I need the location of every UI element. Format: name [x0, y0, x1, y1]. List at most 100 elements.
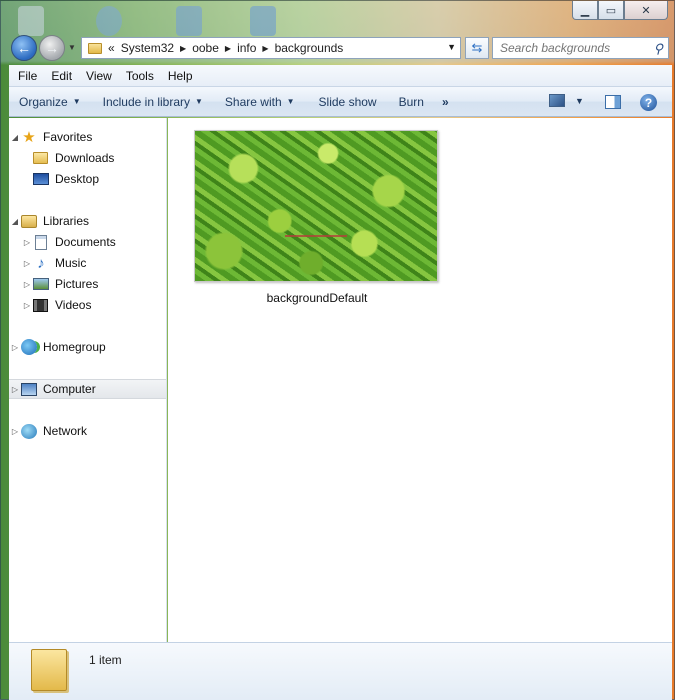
- address-dropdown-button[interactable]: ▼: [447, 42, 456, 52]
- pictures-icon: [33, 278, 49, 290]
- videos-icon: [33, 298, 48, 312]
- change-view-button[interactable]: ▼: [549, 94, 584, 107]
- breadcrumb-backgrounds[interactable]: backgrounds: [275, 41, 344, 55]
- expand-toggle-icon[interactable]: ▷: [21, 238, 33, 247]
- chevron-down-icon: ▼: [195, 97, 203, 106]
- nav-music[interactable]: ▷ ♪ Music: [9, 253, 166, 273]
- forward-button[interactable]: →: [39, 35, 65, 61]
- expand-toggle-icon[interactable]: ◢: [9, 133, 21, 142]
- chevron-right-icon[interactable]: ▶: [180, 44, 186, 53]
- caption-buttons: ▁ ▭ ✕: [572, 1, 668, 20]
- close-button[interactable]: ✕: [624, 1, 668, 20]
- explorer-window: ▁ ▭ ✕ ← → ▼ « System32 ▶ oobe ▶ info ▶ b…: [0, 0, 675, 700]
- expand-toggle-icon[interactable]: ▷: [9, 427, 21, 436]
- libraries-icon: [21, 214, 37, 228]
- nav-documents[interactable]: ▷ Documents: [9, 232, 166, 252]
- menu-file[interactable]: File: [11, 69, 44, 83]
- organize-button[interactable]: Organize ▼: [9, 95, 90, 109]
- refresh-button[interactable]: ⇆: [465, 37, 489, 59]
- nav-homegroup[interactable]: ▷ Homegroup: [9, 337, 166, 357]
- view-icon: [549, 94, 565, 107]
- minimize-button[interactable]: ▁: [572, 1, 598, 20]
- nav-computer[interactable]: ▷ Computer: [9, 379, 166, 399]
- expand-toggle-icon[interactable]: ▷: [9, 385, 21, 394]
- maximize-button[interactable]: ▭: [598, 1, 624, 20]
- folder-icon: [88, 42, 102, 54]
- include-in-library-button[interactable]: Include in library ▼: [94, 95, 212, 109]
- nav-label: Pictures: [55, 277, 99, 291]
- nav-desktop[interactable]: Desktop: [9, 169, 166, 189]
- menu-view[interactable]: View: [79, 69, 119, 83]
- arrow-left-icon: ←: [17, 40, 31, 56]
- preview-pane-button[interactable]: [605, 95, 621, 109]
- search-box[interactable]: ⚲: [492, 37, 669, 59]
- file-list: backgroundDefault: [168, 118, 672, 642]
- nav-libraries[interactable]: ◢ Libraries: [9, 211, 166, 231]
- star-icon: ★: [22, 129, 36, 146]
- refresh-icon: ⇆: [471, 40, 483, 55]
- breadcrumb-system32[interactable]: System32: [121, 41, 174, 55]
- chevron-down-icon: ▼: [575, 95, 584, 106]
- item-count: 1 item: [89, 653, 122, 667]
- expand-toggle-icon[interactable]: ▷: [9, 343, 21, 352]
- expand-toggle-icon[interactable]: ◢: [9, 217, 21, 226]
- address-row: ← → ▼ « System32 ▶ oobe ▶ info ▶ backgro…: [9, 33, 669, 61]
- documents-icon: [35, 234, 47, 250]
- chevron-down-icon: ▼: [286, 97, 295, 106]
- menu-help[interactable]: Help: [161, 69, 200, 83]
- nav-label: Homegroup: [43, 340, 106, 354]
- menu-tools[interactable]: Tools: [119, 69, 161, 83]
- breadcrumb-info[interactable]: info: [237, 41, 256, 55]
- share-with-button[interactable]: Share with ▼: [216, 95, 304, 109]
- back-button[interactable]: ←: [11, 35, 37, 61]
- search-icon[interactable]: ⚲: [653, 41, 663, 57]
- arrow-right-icon: →: [45, 40, 59, 56]
- chevron-down-icon: ▼: [72, 97, 81, 106]
- recent-pages-dropdown[interactable]: ▼: [68, 43, 76, 52]
- image-thumbnail[interactable]: [194, 130, 438, 282]
- nav-pictures[interactable]: ▷ Pictures: [9, 274, 166, 294]
- expand-toggle-icon[interactable]: ▷: [21, 259, 33, 268]
- music-icon: ♪: [37, 254, 45, 272]
- slide-show-button[interactable]: Slide show: [310, 95, 386, 109]
- nav-favorites[interactable]: ◢ ★ Favorites: [9, 127, 166, 147]
- nav-label: Computer: [43, 382, 96, 396]
- homegroup-icon: [21, 339, 37, 355]
- breadcrumb-oobe[interactable]: oobe: [192, 41, 219, 55]
- nav-label: Videos: [55, 298, 92, 312]
- folder-icon: [31, 649, 67, 691]
- nav-label: Favorites: [43, 130, 93, 144]
- expand-toggle-icon[interactable]: ▷: [21, 301, 33, 310]
- nav-downloads[interactable]: Downloads: [9, 148, 166, 168]
- nav-label: Libraries: [43, 214, 90, 228]
- search-input[interactable]: [500, 41, 650, 55]
- menu-edit[interactable]: Edit: [44, 69, 79, 83]
- breadcrumb-overflow[interactable]: «: [108, 41, 115, 55]
- details-pane: 1 item: [9, 642, 672, 700]
- expand-toggle-icon[interactable]: ▷: [21, 280, 33, 289]
- navigation-pane: ◢ ★ Favorites Downloads Desktop ◢ Librar…: [9, 118, 167, 642]
- computer-icon: [21, 382, 37, 396]
- nav-videos[interactable]: ▷ Videos: [9, 295, 166, 315]
- burn-button[interactable]: Burn: [390, 95, 433, 109]
- nav-label: Downloads: [55, 151, 115, 165]
- more-commands-button[interactable]: »: [433, 95, 458, 109]
- file-item[interactable]: backgroundDefault: [194, 130, 440, 305]
- nav-label: Desktop: [55, 172, 100, 186]
- file-name[interactable]: backgroundDefault: [194, 291, 440, 305]
- downloads-folder-icon: [33, 152, 48, 164]
- desktop-icon: [33, 173, 49, 185]
- nav-label: Documents: [55, 235, 116, 249]
- command-bar: Organize ▼ Include in library ▼ Share wi…: [9, 87, 672, 117]
- network-icon: [21, 423, 37, 439]
- nav-network[interactable]: ▷ Network: [9, 421, 166, 441]
- help-button[interactable]: ?: [640, 94, 657, 111]
- chevron-right-icon[interactable]: ▶: [262, 44, 268, 53]
- address-bar[interactable]: « System32 ▶ oobe ▶ info ▶ backgrounds ▼: [81, 37, 461, 59]
- chevron-right-icon[interactable]: ▶: [225, 44, 231, 53]
- share-with-label: Share with: [224, 94, 282, 109]
- organize-label: Organize: [19, 94, 68, 109]
- menu-bar: File Edit View Tools Help: [9, 65, 672, 87]
- nav-label: Music: [55, 256, 87, 270]
- include-in-library-label: Include in library: [102, 94, 190, 109]
